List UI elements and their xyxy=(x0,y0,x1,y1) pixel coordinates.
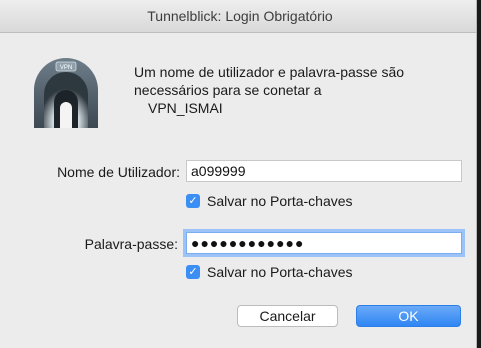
save-password-label: Salvar no Porta-chaves xyxy=(207,264,353,280)
username-label: Nome de Utilizador: xyxy=(57,164,180,180)
username-field[interactable]: a099999 xyxy=(186,160,462,182)
cancel-button[interactable]: Cancelar xyxy=(237,305,338,327)
checkmark-icon: ✓ xyxy=(186,265,200,279)
title-bar: Tunnelblick: Login Obrigatório xyxy=(0,0,476,33)
connection-name: VPN_ISMAI xyxy=(148,100,223,116)
window-title: Tunnelblick: Login Obrigatório xyxy=(147,8,333,24)
password-label: Palavra-passe: xyxy=(84,236,178,252)
message-line-1: Um nome de utilizador e palavra-passe sã… xyxy=(134,64,405,80)
login-dialog: Tunnelblick: Login Obrigatório VPN Um no… xyxy=(0,0,477,348)
tunnelblick-icon: VPN xyxy=(30,52,102,128)
username-value: a099999 xyxy=(191,163,246,179)
password-field[interactable]: ●●●●●●●●●●●● xyxy=(186,232,462,254)
checkmark-icon: ✓ xyxy=(186,194,200,208)
vpn-badge-text: VPN xyxy=(60,65,72,71)
ok-button[interactable]: OK xyxy=(356,305,461,327)
save-username-label: Salvar no Porta-chaves xyxy=(207,193,353,209)
message-line-2: necessários para se conetar a xyxy=(134,82,322,98)
login-message: Um nome de utilizador e palavra-passe sã… xyxy=(134,63,454,117)
save-username-checkbox[interactable]: ✓ Salvar no Porta-chaves xyxy=(186,193,353,209)
password-value: ●●●●●●●●●●●● xyxy=(191,235,305,251)
save-password-checkbox[interactable]: ✓ Salvar no Porta-chaves xyxy=(186,264,353,280)
